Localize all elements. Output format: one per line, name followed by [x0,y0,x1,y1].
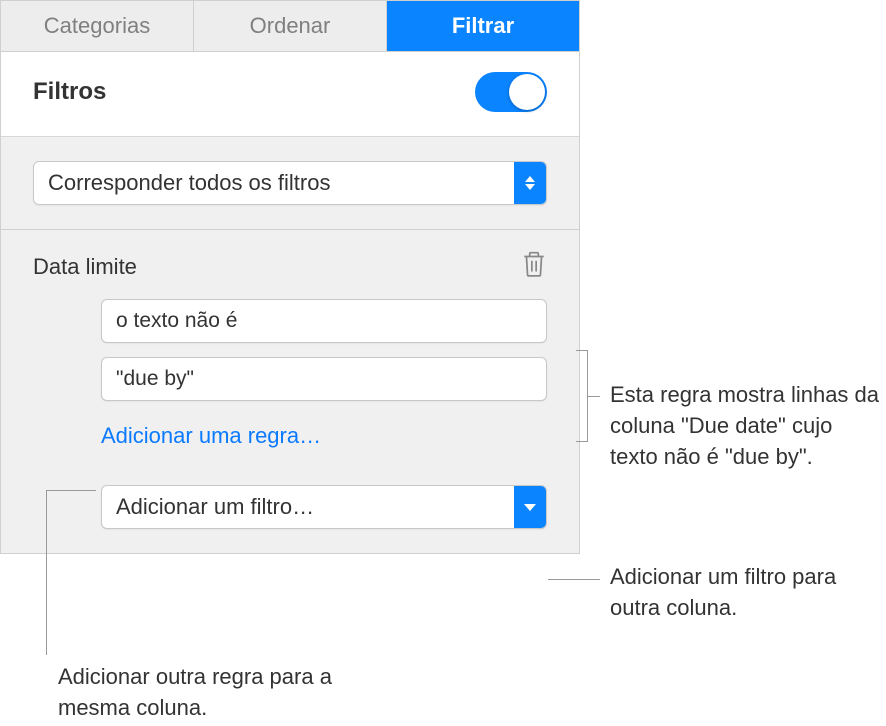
add-rule-link[interactable]: Adicionar uma regra… [101,423,321,449]
match-select-row: Corresponder todos os filtros [33,161,547,205]
condition-input[interactable] [101,299,547,343]
chevron-down-icon [514,486,546,528]
match-select[interactable]: Corresponder todos os filtros [33,161,547,205]
callout-line [46,490,96,491]
toggle-knob [509,74,545,110]
match-select-label: Corresponder todos os filtros [34,162,514,204]
callout-line [548,579,600,580]
filters-title: Filtros [33,78,106,106]
rule-title: Data limite [33,254,137,280]
filters-header: Filtros [1,52,579,136]
trash-icon[interactable] [521,250,547,283]
add-filter-select[interactable]: Adicionar um filtro… [101,485,547,529]
add-filter-label: Adicionar um filtro… [102,486,514,528]
tab-bar: Categorias Ordenar Filtrar [1,1,579,52]
divider [1,229,579,230]
callout-line [46,490,47,655]
callout-line [588,396,600,397]
callout-add-rule: Adicionar outra regra para a mesma colun… [58,662,408,724]
filter-panel: Categorias Ordenar Filtrar Filtros Corre… [0,0,580,554]
tab-sort[interactable]: Ordenar [194,1,387,51]
add-filter-row: Adicionar um filtro… [33,485,547,529]
tab-categories[interactable]: Categorias [1,1,194,51]
filters-toggle[interactable] [475,72,547,112]
tab-filter[interactable]: Filtrar [387,1,579,51]
rule-header: Data limite [33,250,547,283]
stepper-arrows-icon [514,162,546,204]
value-input[interactable] [101,357,547,401]
callout-add-filter: Adicionar um filtro para outra coluna. [610,562,880,624]
rule-inputs: Adicionar uma regra… [33,299,547,485]
callout-rule-description: Esta regra mostra linhas da coluna "Due … [610,380,880,472]
callout-bracket [576,350,588,442]
